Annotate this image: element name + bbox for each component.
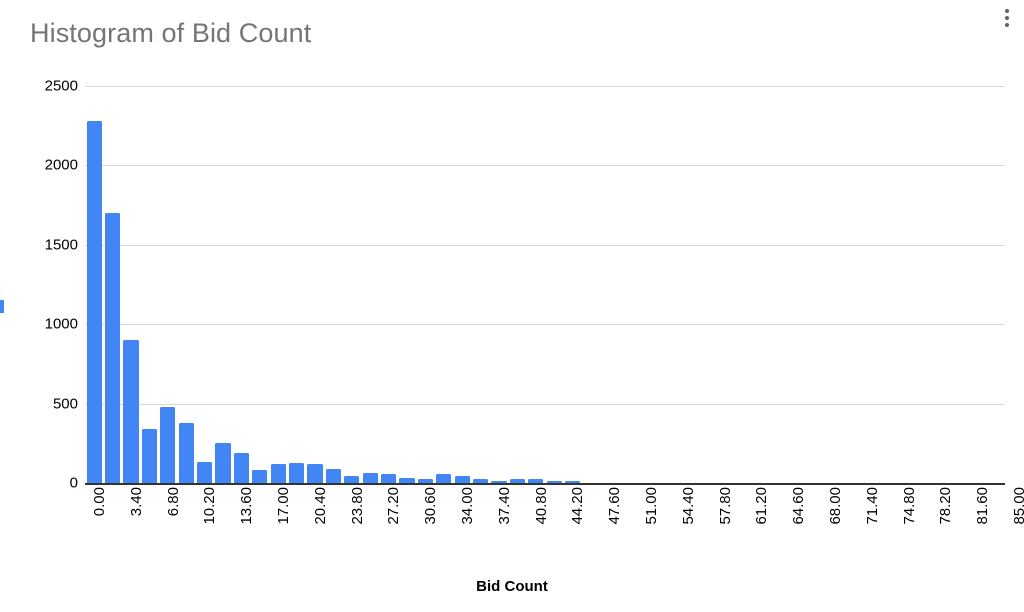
x-axis-tick-label: 17.00 — [275, 487, 292, 525]
x-axis-tick-label: 64.60 — [790, 487, 808, 525]
plot-area — [85, 86, 1005, 483]
histogram-bar[interactable] — [196, 461, 213, 483]
x-axis-tick-label: 20.40 — [311, 487, 329, 525]
x-axis-baseline — [85, 483, 1005, 485]
histogram-chart: Histogram of Bid Count 0 500 1000 1500 2000 2… — [0, 0, 1024, 612]
histogram-bar[interactable] — [344, 475, 360, 483]
x-axis-tick-label: 71.40 — [863, 487, 881, 525]
histogram-bar[interactable] — [104, 213, 121, 483]
x-axis-tick-label: 78.20 — [937, 487, 955, 525]
histogram-bar[interactable] — [160, 406, 176, 483]
kebab-dot — [1005, 23, 1009, 27]
chart-title: Histogram of Bid Count — [30, 18, 312, 48]
bars-layer — [85, 86, 1005, 483]
histogram-bar[interactable] — [436, 474, 452, 483]
x-axis-tick-label: 0.00 — [91, 487, 108, 517]
histogram-bar[interactable] — [86, 120, 102, 483]
y-axis-tick-label: 500 — [52, 395, 78, 413]
y-axis-tick-label: 2500 — [44, 77, 78, 95]
x-axis-title: Bid Count — [476, 578, 548, 595]
x-axis-tick-label: 57.80 — [716, 487, 734, 525]
histogram-bar[interactable] — [141, 429, 158, 483]
x-axis-tick-label: 13.60 — [238, 487, 256, 525]
x-axis-tick-label: 74.80 — [900, 487, 918, 525]
histogram-bar[interactable] — [252, 469, 268, 483]
x-axis-tick-label: 85.00 — [1011, 487, 1024, 525]
x-axis-tick-label: 34.00 — [459, 487, 476, 525]
y-axis-tick-label: 1500 — [44, 236, 78, 254]
histogram-bar[interactable] — [215, 442, 231, 483]
histogram-bar[interactable] — [270, 463, 286, 483]
y-axis-tick-label: 1000 — [44, 315, 78, 333]
y-axis: 0 500 1000 1500 2000 2500 — [0, 78, 78, 492]
histogram-bar[interactable] — [288, 463, 305, 483]
histogram-bar[interactable] — [123, 340, 139, 483]
x-axis-tick-label: 30.60 — [422, 487, 440, 525]
x-axis-tick-label: 54.40 — [679, 487, 697, 525]
kebab-dot — [1005, 16, 1009, 20]
x-axis-tick-label: 47.60 — [606, 487, 624, 525]
x-axis-tick-label: 23.80 — [348, 487, 366, 525]
x-axis-tick-label: 3.40 — [127, 487, 145, 517]
x-axis-tick-label: 40.80 — [532, 487, 550, 525]
histogram-bar[interactable] — [362, 472, 378, 483]
x-axis-tick-label: 6.80 — [164, 487, 182, 517]
histogram-bar[interactable] — [233, 452, 250, 483]
x-axis-tick-label: 81.60 — [974, 487, 992, 525]
histogram-bar[interactable] — [380, 474, 397, 483]
x-axis-tick-label: 68.00 — [827, 487, 844, 525]
y-axis-tick-label: 2000 — [44, 156, 78, 174]
histogram-bar[interactable] — [325, 468, 342, 483]
x-axis-tick-label: 10.20 — [201, 487, 219, 525]
y-axis-tick-label: 0 — [69, 474, 78, 492]
x-axis: 0.00 3.40 6.80 10.20 13.60 17.00 20.40 23.80 27.… — [85, 487, 1024, 567]
kebab-menu-icon[interactable] — [998, 3, 1016, 33]
x-axis-tick-label: 51.00 — [643, 487, 660, 525]
x-axis-tick-label: 61.20 — [753, 487, 771, 525]
x-axis-tick-label: 27.20 — [385, 487, 403, 525]
x-axis-tick-label: 37.40 — [495, 487, 513, 525]
histogram-bar[interactable] — [178, 422, 194, 483]
x-axis-tick-label: 44.20 — [569, 487, 587, 525]
kebab-dot — [1005, 9, 1009, 13]
histogram-bar[interactable] — [454, 475, 470, 483]
histogram-bar[interactable] — [307, 463, 323, 483]
